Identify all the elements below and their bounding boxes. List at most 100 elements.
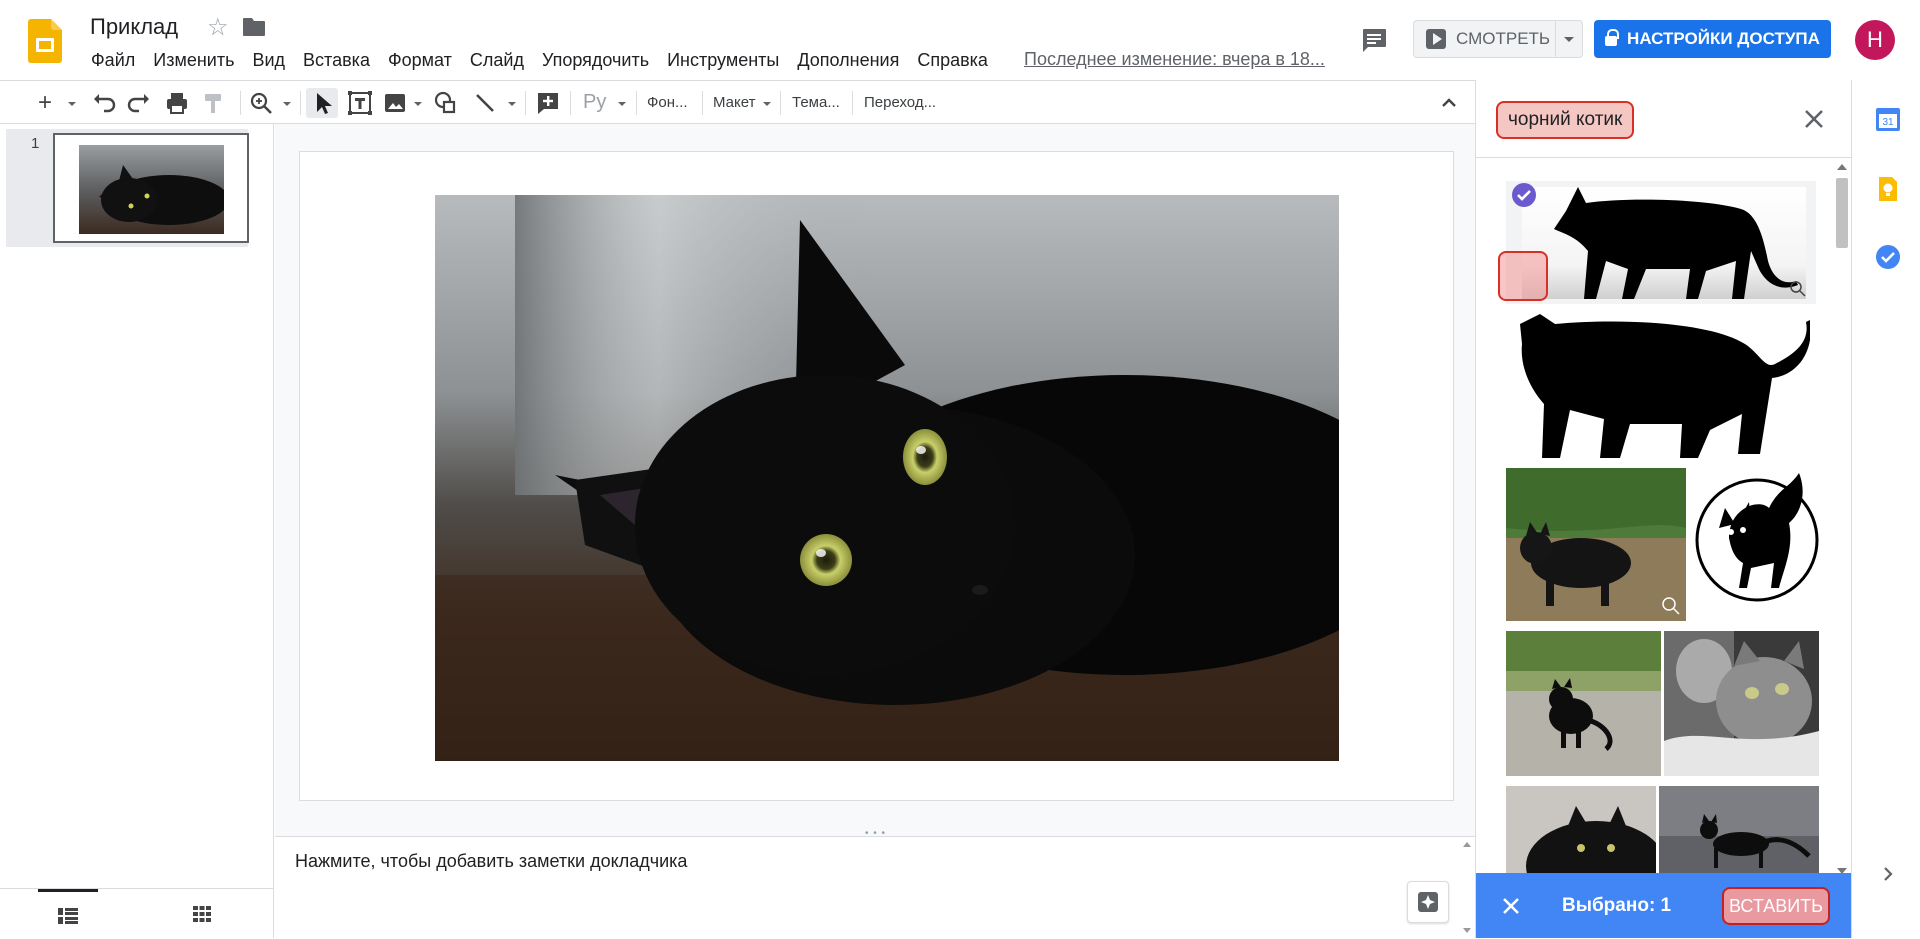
layout-button[interactable]: Макет bbox=[713, 94, 755, 111]
side-apps-bar: 31 bbox=[1851, 80, 1920, 938]
shape-icon[interactable] bbox=[430, 88, 462, 118]
menu-tools[interactable]: Инструменты bbox=[658, 49, 788, 71]
image-dropdown-icon[interactable] bbox=[414, 102, 422, 106]
input-tools-dropdown-icon[interactable] bbox=[618, 102, 626, 106]
last-edit-link[interactable]: Последнее изменение: вчера в 18... bbox=[1024, 49, 1325, 70]
cat-photo-image bbox=[1506, 631, 1661, 776]
select-cursor-icon[interactable] bbox=[306, 88, 338, 118]
notes-scrollbar[interactable] bbox=[1459, 837, 1475, 938]
list-view-button[interactable] bbox=[38, 889, 98, 939]
star-icon[interactable]: ☆ bbox=[207, 13, 229, 42]
undo-icon[interactable] bbox=[88, 88, 118, 118]
transition-button[interactable]: Переход... bbox=[864, 94, 936, 111]
zoom-icon[interactable] bbox=[246, 88, 276, 118]
line-icon[interactable] bbox=[470, 88, 500, 118]
present-label: СМОТРЕТЬ bbox=[1456, 29, 1551, 48]
notes-resize-handle[interactable]: • • • bbox=[275, 825, 1475, 839]
image-result[interactable] bbox=[1506, 631, 1661, 776]
menu-view[interactable]: Вид bbox=[243, 49, 294, 71]
check-circle-icon[interactable] bbox=[1510, 181, 1538, 209]
new-slide-dropdown-icon[interactable] bbox=[68, 102, 76, 106]
toolbar-divider bbox=[780, 91, 781, 115]
cat-photo-image bbox=[1506, 468, 1686, 621]
list-view-icon bbox=[58, 907, 78, 924]
image-icon[interactable] bbox=[380, 88, 410, 118]
zoom-dropdown-icon[interactable] bbox=[283, 102, 291, 106]
chevron-right-icon[interactable] bbox=[1874, 860, 1902, 888]
toolbar: + Ру Фон... Макет Тема... Переход... bbox=[0, 80, 1475, 124]
slide-thumbnail[interactable] bbox=[53, 133, 249, 243]
comments-icon[interactable] bbox=[1360, 27, 1388, 53]
slide-number: 1 bbox=[31, 135, 40, 152]
cat-photo-image bbox=[1506, 786, 1656, 873]
svg-text:31: 31 bbox=[1882, 117, 1894, 128]
black-cat-emblem-image bbox=[1695, 473, 1819, 602]
cat-photo-image bbox=[1659, 786, 1819, 873]
menu-insert[interactable]: Вставка bbox=[294, 49, 379, 71]
menu-format[interactable]: Формат bbox=[379, 49, 461, 71]
menu-arrange[interactable]: Упорядочить bbox=[533, 49, 658, 71]
selected-overlay[interactable] bbox=[1498, 251, 1548, 301]
image-result[interactable] bbox=[1506, 181, 1816, 304]
avatar[interactable]: Н bbox=[1855, 20, 1895, 60]
image-result[interactable] bbox=[1664, 631, 1819, 776]
scrollbar-thumb[interactable] bbox=[1836, 178, 1848, 248]
present-dropdown-button[interactable] bbox=[1556, 21, 1582, 57]
calendar-icon[interactable]: 31 bbox=[1874, 105, 1902, 133]
panel-scrollbar[interactable] bbox=[1832, 162, 1850, 876]
background-button[interactable]: Фон... bbox=[647, 94, 688, 111]
scroll-up-icon[interactable] bbox=[1837, 164, 1847, 170]
app-header: Приклад ☆ Файл Изменить Вид Вставка Форм… bbox=[0, 0, 1920, 80]
line-dropdown-icon[interactable] bbox=[508, 102, 516, 106]
cat-photo-image bbox=[1664, 631, 1819, 776]
layout-dropdown-icon[interactable] bbox=[763, 102, 771, 106]
toolbar-divider bbox=[570, 91, 571, 115]
explore-icon bbox=[1418, 892, 1438, 912]
search-query-chip[interactable]: чорний котик bbox=[1496, 101, 1635, 139]
input-tools-button[interactable]: Ру bbox=[583, 91, 606, 114]
menu-file[interactable]: Файл bbox=[82, 49, 144, 71]
theme-button[interactable]: Тема... bbox=[792, 94, 840, 111]
selected-count: Выбрано: 1 bbox=[1562, 895, 1672, 916]
image-result[interactable] bbox=[1510, 314, 1810, 458]
tasks-icon[interactable] bbox=[1874, 243, 1902, 271]
keep-icon[interactable] bbox=[1874, 175, 1902, 203]
redo-icon[interactable] bbox=[125, 88, 155, 118]
grid-view-icon bbox=[193, 906, 211, 922]
cat-silhouette-image bbox=[1520, 314, 1810, 458]
filmstrip-view-switcher bbox=[0, 888, 274, 938]
black-cat-photo[interactable] bbox=[435, 195, 1339, 761]
text-box-icon[interactable] bbox=[345, 88, 375, 118]
cat-silhouette-image bbox=[1522, 187, 1806, 299]
toolbar-divider bbox=[525, 91, 526, 115]
close-icon[interactable] bbox=[1496, 891, 1526, 921]
image-result[interactable] bbox=[1506, 468, 1686, 621]
image-result[interactable] bbox=[1506, 786, 1656, 873]
chevron-up-icon[interactable] bbox=[1434, 88, 1464, 118]
image-result[interactable] bbox=[1689, 468, 1819, 621]
present-button[interactable]: СМОТРЕТЬ bbox=[1414, 21, 1556, 57]
print-icon[interactable] bbox=[162, 88, 192, 118]
share-button[interactable]: НАСТРОЙКИ ДОСТУПА bbox=[1594, 20, 1831, 58]
menu-help[interactable]: Справка bbox=[908, 49, 997, 71]
present-button-group: СМОТРЕТЬ bbox=[1413, 20, 1583, 58]
share-label: НАСТРОЙКИ ДОСТУПА bbox=[1627, 29, 1820, 48]
menu-addons[interactable]: Дополнения bbox=[788, 49, 908, 71]
speaker-notes-input[interactable]: Нажмите, чтобы добавить заметки докладчи… bbox=[295, 851, 687, 872]
grid-view-button[interactable] bbox=[172, 889, 232, 939]
slide-thumbnail-row[interactable]: 1 bbox=[6, 129, 249, 247]
new-slide-plus-icon[interactable]: + bbox=[30, 88, 60, 118]
explore-button[interactable] bbox=[1407, 881, 1449, 923]
slides-logo-icon[interactable] bbox=[28, 19, 62, 63]
folder-icon[interactable] bbox=[242, 17, 266, 37]
close-icon[interactable] bbox=[1799, 104, 1829, 134]
menu-slide[interactable]: Слайд bbox=[461, 49, 533, 71]
slide[interactable] bbox=[299, 151, 1454, 801]
image-result[interactable] bbox=[1659, 786, 1819, 873]
speaker-notes: Нажмите, чтобы добавить заметки докладчи… bbox=[275, 837, 1475, 938]
document-title[interactable]: Приклад bbox=[90, 14, 178, 40]
add-comment-icon[interactable] bbox=[533, 88, 563, 118]
paint-format-icon[interactable] bbox=[198, 88, 228, 118]
menu-edit[interactable]: Изменить bbox=[144, 49, 243, 71]
insert-button[interactable]: ВСТАВИТЬ bbox=[1722, 887, 1830, 925]
